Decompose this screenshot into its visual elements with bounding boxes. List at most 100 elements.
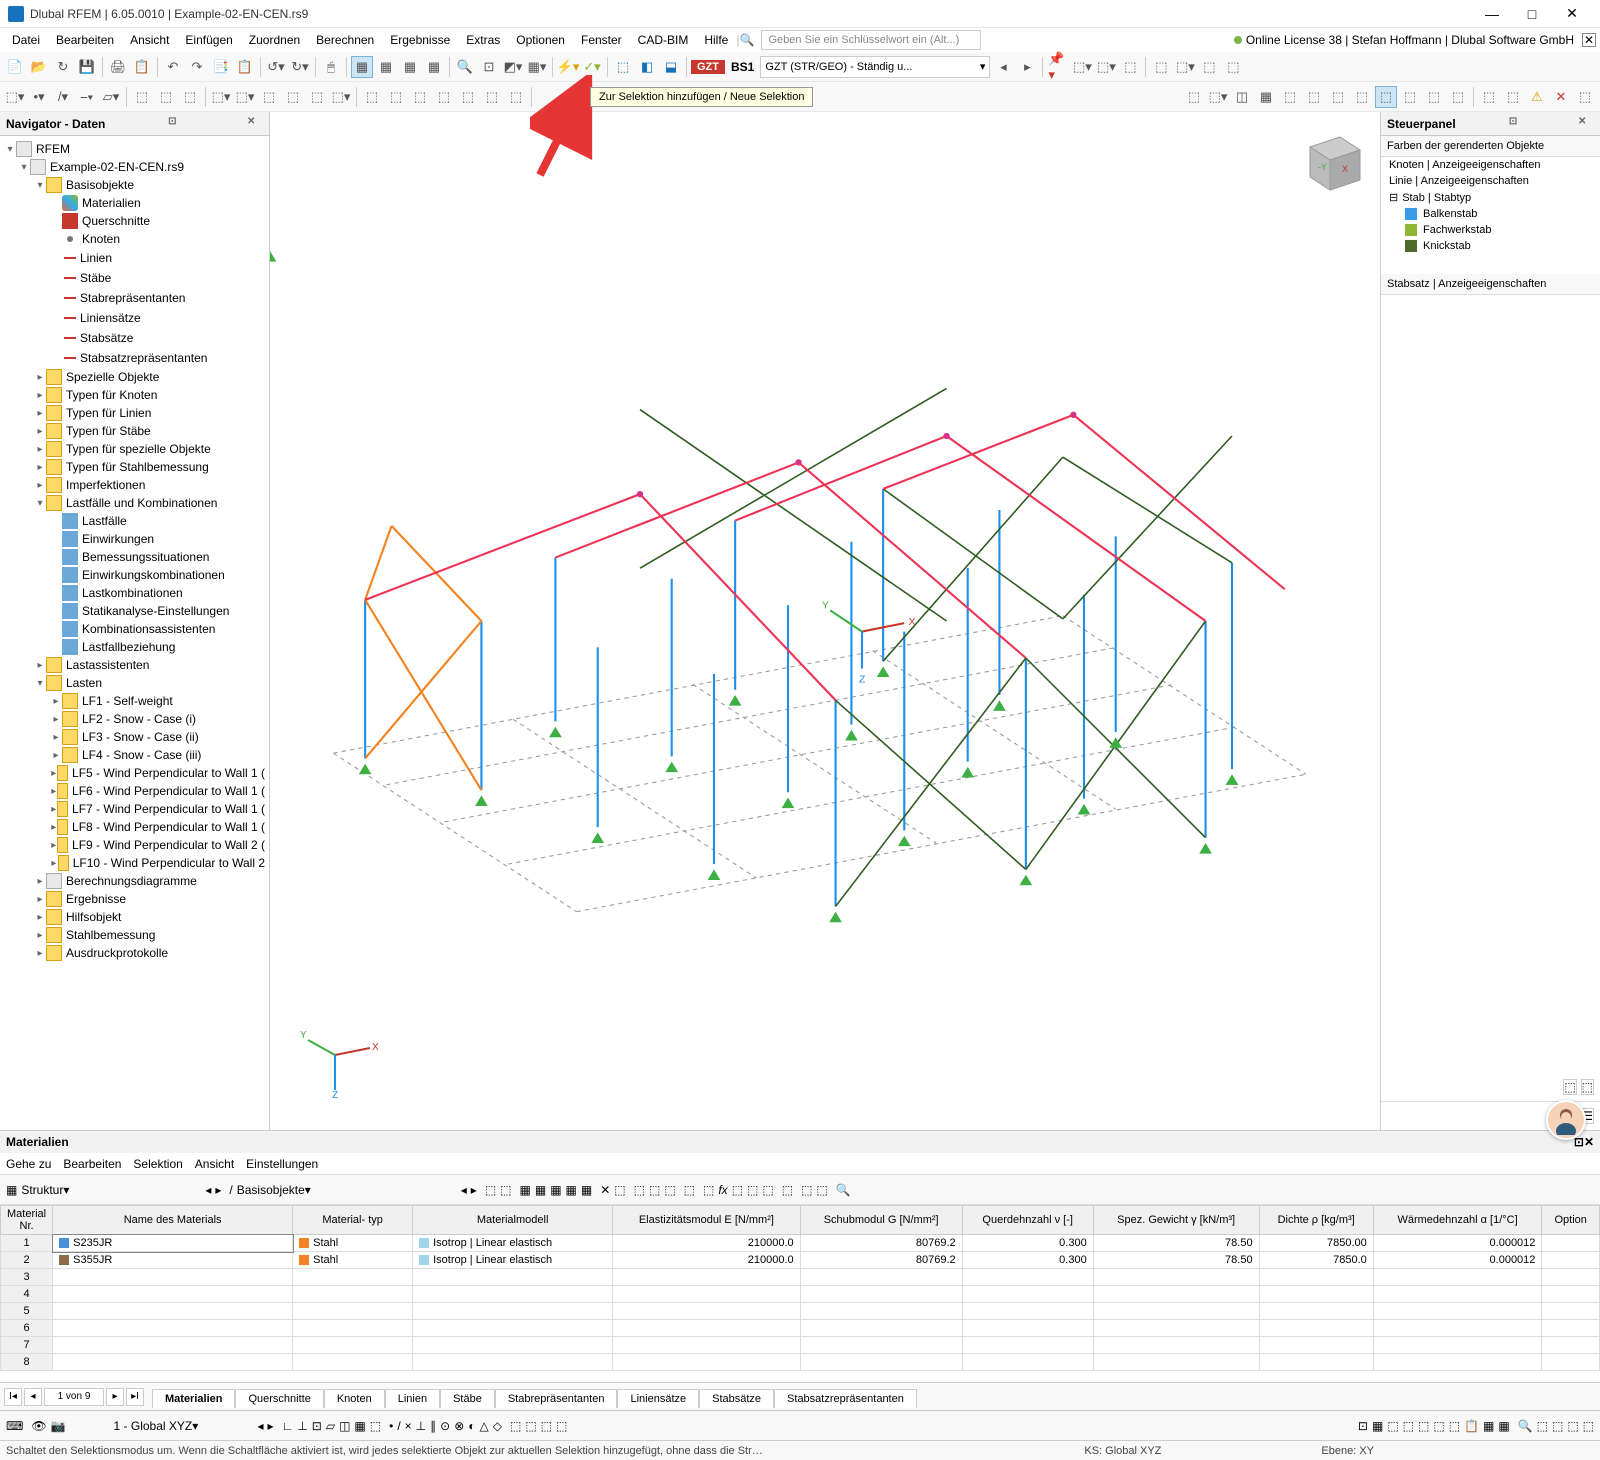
print-button[interactable]: 🖨 xyxy=(107,56,129,78)
tool-search[interactable]: 🔍 xyxy=(836,1183,851,1197)
steuer-pin-icon[interactable]: ⊡ xyxy=(1509,116,1525,132)
tree-load[interactable]: ▸LF8 - Wind Perpendicular to Wall 1 ( xyxy=(0,818,269,836)
tool-sel-b[interactable]: ⬚ xyxy=(500,1183,511,1197)
snap-button[interactable]: ⬚ xyxy=(1183,86,1205,108)
snap-12[interactable]: ∥ xyxy=(430,1419,436,1433)
snap-17[interactable]: ◇ xyxy=(493,1419,502,1433)
col-e[interactable]: Elastizitätsmodul E [N/mm²] xyxy=(613,1206,801,1235)
guide-button[interactable]: ⬚▾ xyxy=(1207,86,1229,108)
tmenu-bearbeiten[interactable]: Bearbeiten xyxy=(63,1157,121,1171)
filter-on-button[interactable]: ⬚ xyxy=(1375,86,1397,108)
snap-14[interactable]: ⊗ xyxy=(454,1419,464,1433)
snap-9[interactable]: / xyxy=(397,1419,400,1433)
menu-fenster[interactable]: Fenster xyxy=(573,31,630,49)
axis-gizmo[interactable]: X Y Z xyxy=(300,1020,380,1100)
snap-1[interactable]: ∟ xyxy=(282,1419,294,1433)
table-combo-basis[interactable]: Basisobjekte▾ xyxy=(237,1183,457,1197)
tool-grid-e[interactable]: ▦ xyxy=(581,1183,592,1197)
script-button[interactable]: ⬚▾ xyxy=(1174,56,1196,78)
tree-load[interactable]: ▸LF7 - Wind Perpendicular to Wall 1 ( xyxy=(0,800,269,818)
group-button[interactable]: ⬚ xyxy=(1447,86,1469,108)
tool-break[interactable]: ⬚ xyxy=(481,86,503,108)
undo-button[interactable]: ↶ xyxy=(162,56,184,78)
nav2-prev-icon[interactable]: ◂ xyxy=(461,1183,467,1197)
status-cmdline[interactable]: ⌨ xyxy=(6,1419,23,1433)
assistant-avatar[interactable] xyxy=(1546,1100,1586,1140)
tool-grid-a[interactable]: ▦ xyxy=(520,1183,531,1197)
snap-8[interactable]: • xyxy=(389,1419,393,1433)
col-name[interactable]: Name des Materials xyxy=(53,1206,293,1235)
menu-extras[interactable]: Extras xyxy=(458,31,508,49)
tree-folder[interactable]: ▸Typen für Stäbe xyxy=(0,422,269,440)
tool-intersect[interactable]: ⬚ xyxy=(385,86,407,108)
table-row[interactable]: 5 xyxy=(1,1303,1600,1320)
navigator-tree[interactable]: ▾RFEM ▾Example-02-EN-CEN.rs9 ▾Basisobjek… xyxy=(0,136,269,1130)
tree-item[interactable]: Kombinationsassistenten xyxy=(0,620,269,638)
tree-linsatz[interactable]: Liniensätze xyxy=(0,308,269,328)
tool-join[interactable]: ⬚ xyxy=(457,86,479,108)
s-m[interactable]: ⬚ xyxy=(1583,1419,1594,1433)
tool-trim[interactable]: ⬚ xyxy=(433,86,455,108)
table-row[interactable]: 8 xyxy=(1,1354,1600,1371)
tree-item[interactable]: Statikanalyse-Einstellungen xyxy=(0,602,269,620)
menu-search-input[interactable]: Geben Sie ein Schlüsselwort ein (Alt...) xyxy=(761,30,981,50)
menu-einfuegen[interactable]: Einfügen xyxy=(177,31,240,49)
query-button[interactable]: ⬚ xyxy=(1222,56,1244,78)
tool-node[interactable]: •▾ xyxy=(28,86,50,108)
tool-fn-d[interactable]: ⬚ xyxy=(747,1183,758,1197)
tree-load[interactable]: ▸LF5 - Wind Perpendicular to Wall 1 ( xyxy=(0,764,269,782)
copy-button[interactable]: 📑 xyxy=(210,56,232,78)
s-e[interactable]: ⬚ xyxy=(1418,1419,1429,1433)
tree-item[interactable]: Einwirkungskombinationen xyxy=(0,566,269,584)
pager-next[interactable]: ▸ xyxy=(106,1388,124,1406)
snap-20[interactable]: ⬚ xyxy=(541,1419,552,1433)
table-tab[interactable]: Stabsatzrepräsentanten xyxy=(774,1389,917,1408)
table-tab[interactable]: Stabrepräsentanten xyxy=(495,1389,618,1408)
col-typ[interactable]: Material- typ xyxy=(293,1206,413,1235)
tree-folder[interactable]: ▸Typen für Linien xyxy=(0,404,269,422)
col-nr[interactable]: Material Nr. xyxy=(1,1206,53,1235)
snap-6[interactable]: ▦ xyxy=(354,1419,365,1433)
tool-connect[interactable]: ⬚ xyxy=(409,86,431,108)
clip-button[interactable]: ⬚ xyxy=(1502,86,1524,108)
combo-next[interactable]: ▸ xyxy=(1016,56,1038,78)
table-tab[interactable]: Stabsätze xyxy=(699,1389,774,1408)
steuer-row-linie[interactable]: Linie | Anzeigeeigenschaften xyxy=(1381,173,1600,189)
tree-load[interactable]: ▸LF10 - Wind Perpendicular to Wall 2 xyxy=(0,854,269,872)
tool-fn-c[interactable]: ⬚ xyxy=(732,1183,743,1197)
filter-a-button[interactable]: ⬚▾ xyxy=(1071,56,1093,78)
tree-item[interactable]: Lastkombinationen xyxy=(0,584,269,602)
tree-folder[interactable]: ▸Typen für Stahlbemessung xyxy=(0,458,269,476)
view-render-button[interactable]: ▦ xyxy=(423,56,445,78)
table-tab[interactable]: Liniensätze xyxy=(617,1389,699,1408)
filter-c-button[interactable]: ⬚ xyxy=(1119,56,1141,78)
menu-ergebnisse[interactable]: Ergebnisse xyxy=(382,31,458,49)
tool-undo-button[interactable]: ↺▾ xyxy=(265,56,287,78)
tree-stabsatz[interactable]: Stabsätze xyxy=(0,328,269,348)
snap-5[interactable]: ◫ xyxy=(339,1419,350,1433)
s-a[interactable]: ⊡ xyxy=(1358,1419,1368,1433)
s-f[interactable]: ⬚ xyxy=(1433,1419,1444,1433)
tool-mirror[interactable]: ⬚ xyxy=(282,86,304,108)
tool-import[interactable]: ⬚ xyxy=(614,1183,625,1197)
tool-fn-e[interactable]: ⬚ xyxy=(762,1183,773,1197)
tool-divide[interactable]: ⬚ xyxy=(361,86,383,108)
tool-select[interactable]: ⬚▾ xyxy=(4,86,26,108)
navigator-pin-icon[interactable]: ⊡ xyxy=(168,116,184,132)
new-button[interactable]: 📄 xyxy=(4,56,26,78)
snap-19[interactable]: ⬚ xyxy=(525,1419,536,1433)
table-row[interactable]: 2 S355JR Stahl Isotrop | Linear elastisc… xyxy=(1,1252,1600,1269)
reload-button[interactable]: ↻ xyxy=(52,56,74,78)
snap-18[interactable]: ⬚ xyxy=(510,1419,521,1433)
tool-redo-button[interactable]: ↻▾ xyxy=(289,56,311,78)
col-g[interactable]: Schubmodul G [N/mm²] xyxy=(800,1206,962,1235)
measure-button[interactable]: ⬚ xyxy=(1198,56,1220,78)
materials-grid[interactable]: Material Nr. Name des Materials Material… xyxy=(0,1205,1600,1382)
col-alpha[interactable]: Wärmedehnzahl α [1/°C] xyxy=(1373,1206,1542,1235)
tree-stabrep[interactable]: Stabrepräsentanten xyxy=(0,288,269,308)
filter-b-button[interactable]: ⬚▾ xyxy=(1095,56,1117,78)
tool-x1[interactable]: ⬚ xyxy=(634,1183,645,1197)
snap-7[interactable]: ⬚ xyxy=(370,1419,381,1433)
table-tab[interactable]: Stäbe xyxy=(440,1389,495,1408)
tool-move[interactable]: ⬚▾ xyxy=(234,86,256,108)
